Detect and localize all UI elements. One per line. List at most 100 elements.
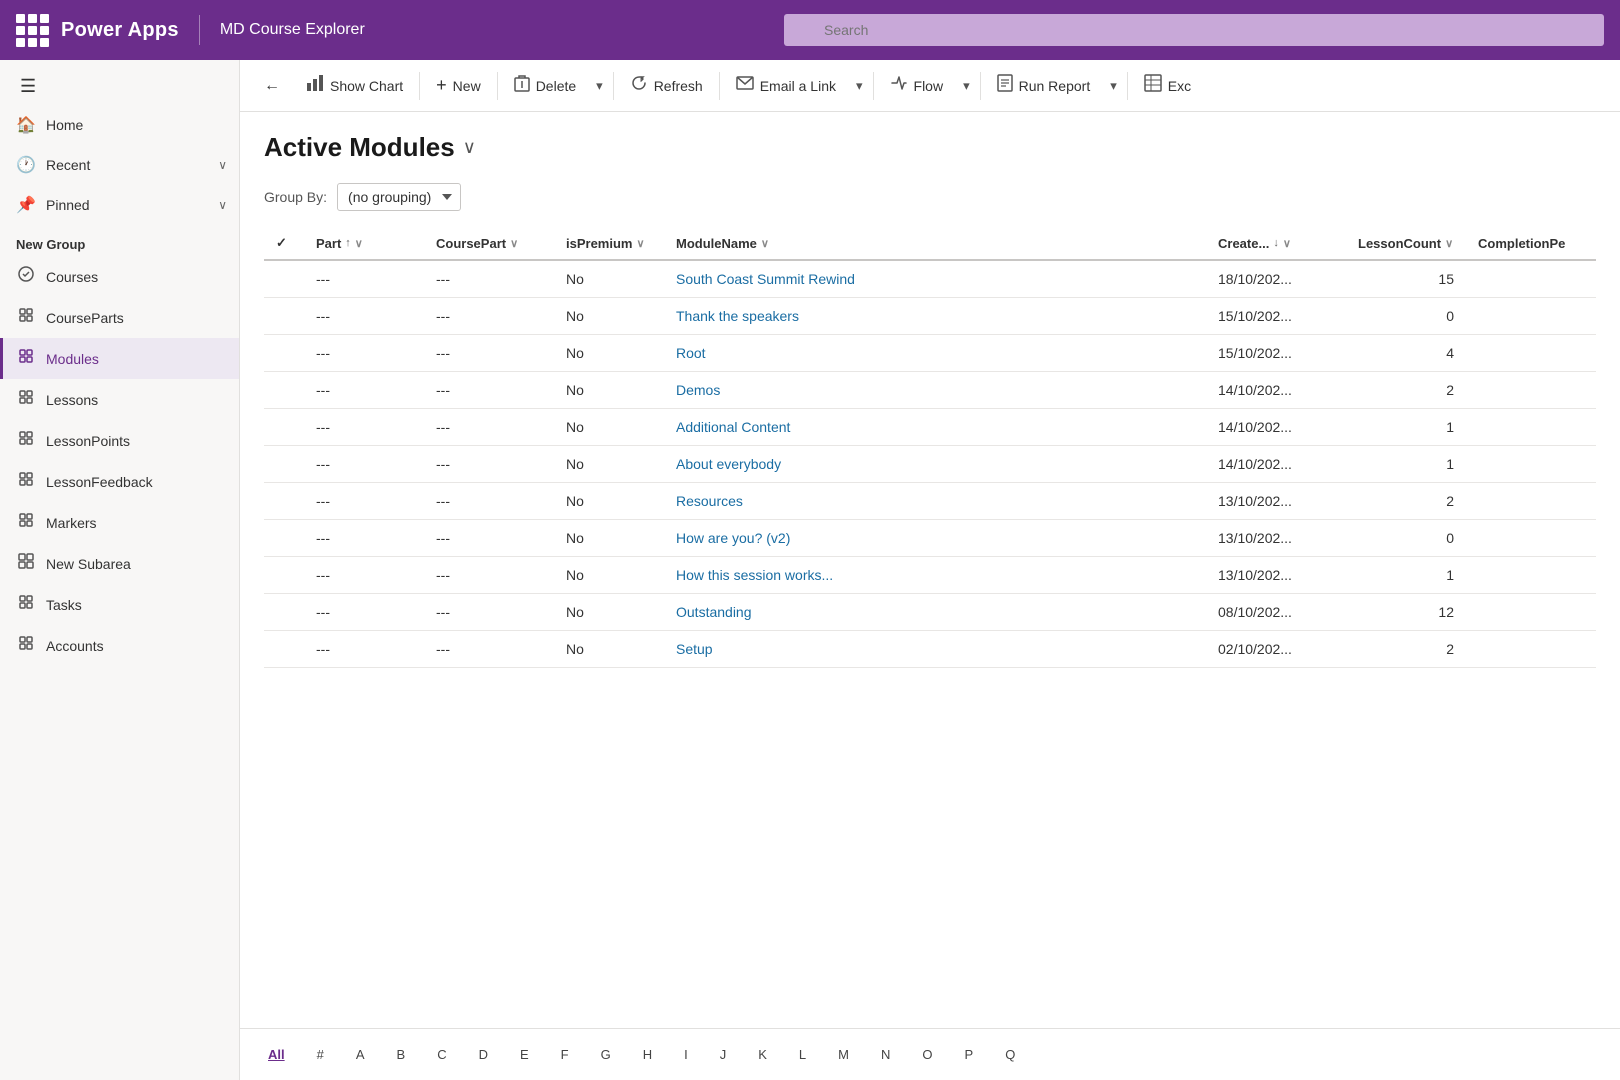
app-grid-icon[interactable]: [16, 14, 49, 47]
sidebar-item-courses[interactable]: Courses: [0, 256, 239, 297]
flow-button[interactable]: Flow: [878, 68, 956, 103]
filter-icon[interactable]: ∨: [355, 237, 363, 250]
row-modulename[interactable]: Demos: [664, 372, 1206, 409]
back-button[interactable]: ←: [252, 71, 292, 101]
pagination-letter-l[interactable]: L: [791, 1043, 814, 1066]
row-check[interactable]: [264, 594, 304, 631]
row-check[interactable]: [264, 631, 304, 668]
filter-icon[interactable]: ∨: [510, 237, 518, 250]
sidebar-item-tasks[interactable]: Tasks: [0, 584, 239, 625]
pagination-letter-n[interactable]: N: [873, 1043, 898, 1066]
row-modulename[interactable]: How are you? (v2): [664, 520, 1206, 557]
col-header-check[interactable]: ✓: [264, 227, 304, 260]
col-header-ispremium[interactable]: isPremium ∨: [554, 227, 664, 260]
pagination-letter-p[interactable]: P: [957, 1043, 982, 1066]
pagination-letter-d[interactable]: D: [471, 1043, 496, 1066]
table-row[interactable]: --- --- No Root 15/10/202... 4: [264, 335, 1596, 372]
pagination-letter-g[interactable]: G: [593, 1043, 619, 1066]
pagination-letter-k[interactable]: K: [750, 1043, 775, 1066]
row-check[interactable]: [264, 557, 304, 594]
pagination-letter-c[interactable]: C: [429, 1043, 454, 1066]
table-row[interactable]: --- --- No Thank the speakers 15/10/202.…: [264, 298, 1596, 335]
sidebar-item-newsubarea[interactable]: New Subarea: [0, 543, 239, 584]
search-input[interactable]: [784, 14, 1604, 46]
row-check[interactable]: [264, 409, 304, 446]
col-header-created[interactable]: Create... ↓ ∨: [1206, 227, 1346, 260]
row-modulename[interactable]: Additional Content: [664, 409, 1206, 446]
table-row[interactable]: --- --- No How this session works... 13/…: [264, 557, 1596, 594]
row-modulename[interactable]: Thank the speakers: [664, 298, 1206, 335]
col-header-completionpe[interactable]: CompletionPe: [1466, 227, 1596, 260]
pagination-letter-q[interactable]: Q: [997, 1043, 1023, 1066]
table-row[interactable]: --- --- No Outstanding 08/10/202... 12: [264, 594, 1596, 631]
pagination-letter-b[interactable]: B: [389, 1043, 414, 1066]
row-modulename[interactable]: Setup: [664, 631, 1206, 668]
sidebar-item-courseparts[interactable]: CourseParts: [0, 297, 239, 338]
home-icon: 🏠: [16, 115, 36, 135]
delete-dropdown-button[interactable]: ▾: [590, 72, 609, 100]
sidebar-item-pinned[interactable]: 📌 Pinned ∨: [0, 185, 239, 225]
show-chart-button[interactable]: Show Chart: [294, 68, 415, 103]
runreport-dropdown-button[interactable]: ▾: [1104, 72, 1123, 100]
sidebar-item-accounts[interactable]: Accounts: [0, 625, 239, 666]
sidebar-item-lessonfeedback[interactable]: LessonFeedback: [0, 461, 239, 502]
row-check[interactable]: [264, 260, 304, 298]
filter-icon[interactable]: ∨: [636, 237, 644, 250]
filter-icon[interactable]: ∨: [761, 237, 769, 250]
table-row[interactable]: --- --- No South Coast Summit Rewind 18/…: [264, 260, 1596, 298]
sidebar-item-lessons[interactable]: Lessons: [0, 379, 239, 420]
sidebar-item-recent[interactable]: 🕐 Recent ∨: [0, 145, 239, 185]
table-row[interactable]: --- --- No Setup 02/10/202... 2: [264, 631, 1596, 668]
pagination-letter-#[interactable]: #: [309, 1043, 332, 1066]
pagination-letter-o[interactable]: O: [914, 1043, 940, 1066]
new-button[interactable]: + New: [424, 69, 493, 102]
row-modulename[interactable]: Resources: [664, 483, 1206, 520]
sidebar-item-markers[interactable]: Markers: [0, 502, 239, 543]
pagination-letter-m[interactable]: M: [830, 1043, 857, 1066]
col-header-part[interactable]: Part ↑ ∨: [304, 227, 424, 260]
col-header-lessoncount[interactable]: LessonCount ∨: [1346, 227, 1466, 260]
row-check[interactable]: [264, 298, 304, 335]
table-row[interactable]: --- --- No Demos 14/10/202... 2: [264, 372, 1596, 409]
hamburger-icon[interactable]: ☰: [16, 72, 40, 100]
filter-icon[interactable]: ∨: [1283, 237, 1291, 250]
sidebar-item-home[interactable]: 🏠 Home: [0, 105, 239, 145]
row-check[interactable]: [264, 335, 304, 372]
row-check[interactable]: [264, 520, 304, 557]
pagination-letter-j[interactable]: J: [712, 1043, 735, 1066]
pagination-letter-e[interactable]: E: [512, 1043, 537, 1066]
pagination-letter-all[interactable]: All: [260, 1043, 293, 1066]
table-row[interactable]: --- --- No How are you? (v2) 13/10/202..…: [264, 520, 1596, 557]
table-row[interactable]: --- --- No About everybody 14/10/202... …: [264, 446, 1596, 483]
col-header-coursepart[interactable]: CoursePart ∨: [424, 227, 554, 260]
sidebar-item-modules[interactable]: Modules: [0, 338, 239, 379]
row-modulename[interactable]: How this session works...: [664, 557, 1206, 594]
table-row[interactable]: --- --- No Additional Content 14/10/202.…: [264, 409, 1596, 446]
row-check[interactable]: [264, 446, 304, 483]
groupby-select[interactable]: (no grouping): [337, 183, 461, 211]
email-link-button[interactable]: Email a Link: [724, 70, 848, 101]
sidebar-item-lessonpoints[interactable]: LessonPoints: [0, 420, 239, 461]
row-check[interactable]: [264, 372, 304, 409]
table-row[interactable]: --- --- No Resources 13/10/202... 2: [264, 483, 1596, 520]
run-report-button[interactable]: Run Report: [985, 68, 1103, 103]
row-modulename[interactable]: South Coast Summit Rewind: [664, 260, 1206, 298]
pagination-letter-h[interactable]: H: [635, 1043, 660, 1066]
filter-icon[interactable]: ∨: [1445, 237, 1453, 250]
row-modulename[interactable]: Root: [664, 335, 1206, 372]
page-title-chevron-icon[interactable]: ∨: [463, 137, 476, 158]
delete-button[interactable]: Delete: [502, 68, 588, 103]
col-header-modulename[interactable]: ModuleName ∨: [664, 227, 1206, 260]
excel-button[interactable]: Exc: [1132, 68, 1203, 103]
refresh-button[interactable]: Refresh: [618, 68, 715, 103]
row-modulename[interactable]: About everybody: [664, 446, 1206, 483]
row-lessoncount: 0: [1346, 298, 1466, 335]
flow-dropdown-button[interactable]: ▾: [957, 72, 976, 100]
row-ispremium: No: [554, 520, 664, 557]
row-check[interactable]: [264, 483, 304, 520]
email-dropdown-button[interactable]: ▾: [850, 72, 869, 100]
row-modulename[interactable]: Outstanding: [664, 594, 1206, 631]
pagination-letter-i[interactable]: I: [676, 1043, 696, 1066]
pagination-letter-a[interactable]: A: [348, 1043, 373, 1066]
pagination-letter-f[interactable]: F: [553, 1043, 577, 1066]
